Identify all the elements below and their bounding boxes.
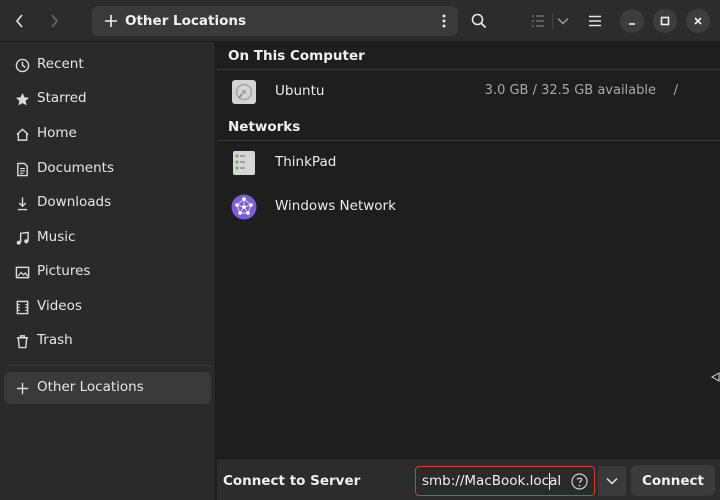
chevron-down-icon bbox=[557, 17, 569, 25]
chevron-left-icon bbox=[15, 14, 23, 28]
pane-resize-handle-icon[interactable] bbox=[710, 372, 720, 382]
maximize-button[interactable] bbox=[653, 9, 677, 33]
sidebar-item-documents[interactable]: Documents bbox=[4, 153, 211, 185]
sidebar-item-label: Pictures bbox=[37, 263, 91, 279]
sidebar-item-label: Trash bbox=[37, 332, 73, 348]
sidebar-item-other-locations[interactable]: Other Locations bbox=[4, 372, 211, 404]
sidebar-item-label: Starred bbox=[37, 90, 87, 106]
close-icon bbox=[694, 17, 702, 25]
recent-servers-dropdown[interactable] bbox=[598, 466, 626, 496]
vertical-dots-icon[interactable] bbox=[440, 13, 448, 29]
sidebar-item-label: Music bbox=[37, 229, 76, 245]
sidebar-item-label: Recent bbox=[37, 56, 84, 72]
sidebar-divider bbox=[8, 365, 211, 366]
header-bar: Other Locations bbox=[0, 0, 720, 42]
trash-icon bbox=[14, 333, 30, 349]
video-icon bbox=[14, 299, 30, 315]
location-name: ThinkPad bbox=[275, 154, 337, 170]
sidebar-item-pictures[interactable]: Pictures bbox=[4, 256, 211, 288]
connect-to-server-bar: Connect to Server Connect bbox=[217, 458, 720, 500]
chevron-right-icon bbox=[51, 14, 59, 28]
drive-icon bbox=[232, 80, 256, 104]
view-list-button[interactable] bbox=[525, 6, 551, 36]
download-icon bbox=[14, 195, 30, 211]
search-button[interactable] bbox=[464, 6, 494, 36]
location-name: Windows Network bbox=[275, 198, 396, 214]
star-icon bbox=[14, 91, 30, 107]
connect-button[interactable]: Connect bbox=[631, 465, 715, 496]
text-caret bbox=[549, 473, 550, 490]
close-button[interactable] bbox=[686, 9, 710, 33]
section-header-networks: Networks bbox=[217, 113, 720, 141]
path-label: Other Locations bbox=[125, 13, 247, 29]
location-name: Ubuntu bbox=[275, 83, 325, 99]
sidebar-item-label: Downloads bbox=[37, 194, 112, 210]
sidebar-item-videos[interactable]: Videos bbox=[4, 291, 211, 323]
search-icon bbox=[471, 13, 487, 29]
plus-icon bbox=[14, 380, 30, 396]
chevron-down-icon bbox=[606, 477, 618, 485]
sidebar-item-label: Videos bbox=[37, 298, 82, 314]
location-row-ubuntu[interactable]: Ubuntu 3.0 GB / 32.5 GB available / bbox=[217, 70, 720, 114]
minimize-icon bbox=[629, 23, 635, 25]
sidebar-item-home[interactable]: Home bbox=[4, 118, 211, 150]
sidebar-item-recent[interactable]: Recent bbox=[4, 49, 211, 81]
minimize-button[interactable] bbox=[620, 9, 644, 33]
server-address-field[interactable] bbox=[415, 466, 595, 496]
forward-button[interactable] bbox=[40, 6, 70, 36]
sidebar-item-trash[interactable]: Trash bbox=[4, 325, 211, 357]
sidebar: Recent Starred Home Documents Downloads … bbox=[0, 42, 216, 500]
hamburger-menu-icon bbox=[589, 15, 601, 27]
server-address-input[interactable] bbox=[422, 471, 562, 491]
locations-view: On This Computer Ubuntu 3.0 GB / 32.5 GB… bbox=[217, 42, 720, 458]
location-row-windows-network[interactable]: Windows Network bbox=[217, 185, 720, 229]
location-row-thinkpad[interactable]: ThinkPad bbox=[217, 141, 720, 185]
help-icon[interactable] bbox=[571, 473, 588, 490]
sidebar-item-label: Other Locations bbox=[37, 379, 144, 395]
document-icon bbox=[14, 161, 30, 177]
view-options-button[interactable] bbox=[553, 6, 573, 36]
sidebar-item-starred[interactable]: Starred bbox=[4, 83, 211, 115]
plus-icon bbox=[105, 15, 117, 27]
section-header-on-this-computer: On This Computer bbox=[217, 42, 720, 70]
back-button[interactable] bbox=[4, 6, 34, 36]
server-icon bbox=[233, 151, 255, 175]
path-bar[interactable]: Other Locations bbox=[92, 6, 458, 36]
picture-icon bbox=[14, 264, 30, 280]
location-capacity: 3.0 GB / 32.5 GB available bbox=[484, 83, 656, 98]
sidebar-item-downloads[interactable]: Downloads bbox=[4, 187, 211, 219]
music-icon bbox=[14, 230, 30, 246]
location-mount-point: / bbox=[673, 83, 678, 98]
section-title: Networks bbox=[228, 119, 301, 135]
network-icon bbox=[231, 194, 257, 220]
clock-icon bbox=[14, 57, 30, 73]
section-title: On This Computer bbox=[228, 48, 365, 64]
home-icon bbox=[14, 126, 30, 142]
sidebar-item-label: Documents bbox=[37, 160, 114, 176]
sidebar-item-music[interactable]: Music bbox=[4, 222, 211, 254]
sidebar-item-label: Home bbox=[37, 125, 77, 141]
main-menu-button[interactable] bbox=[580, 6, 610, 36]
connect-to-server-label: Connect to Server bbox=[223, 473, 361, 489]
maximize-icon bbox=[660, 16, 670, 26]
list-view-icon bbox=[532, 15, 544, 27]
